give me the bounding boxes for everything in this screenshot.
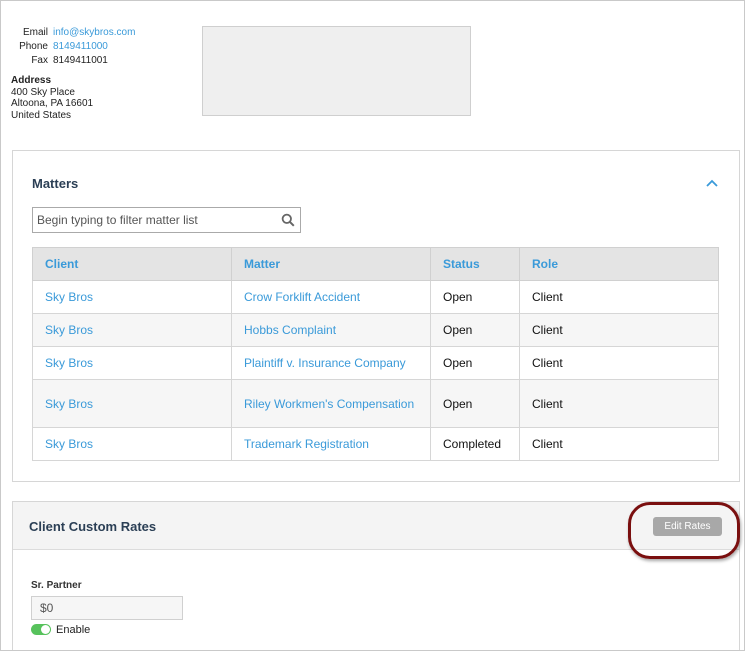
matters-panel: Matters Client Matter Status Role — [12, 150, 740, 482]
client-custom-rates-panel: Client Custom Rates Edit Rates Sr. Partn… — [12, 501, 740, 650]
column-header-matter[interactable]: Matter — [231, 247, 431, 281]
phone-label: Phone — [19, 41, 48, 52]
enable-toggle[interactable] — [31, 624, 51, 635]
address-line1: 400 Sky Place — [11, 86, 75, 98]
status-cell: Open — [430, 313, 520, 347]
address-block: Address 400 Sky Place Altoona, PA 16601 … — [11, 75, 93, 121]
matter-link[interactable]: Crow Forklift Accident — [231, 280, 431, 314]
matter-link[interactable]: Trademark Registration — [231, 427, 431, 461]
address-line3: United States — [11, 109, 72, 121]
page-frame: Email info@skybros.com Phone 8149411000 … — [0, 0, 745, 651]
column-header-client[interactable]: Client — [32, 247, 232, 281]
column-header-status[interactable]: Status — [430, 247, 520, 281]
table-row: Sky Bros Hobbs Complaint Open Client — [32, 313, 719, 347]
status-cell: Open — [430, 346, 520, 380]
sr-partner-label: Sr. Partner — [31, 580, 82, 591]
table-row: Sky Bros Riley Workmen's Compensation Op… — [32, 379, 719, 428]
email-label: Email — [22, 27, 48, 38]
address-title: Address — [11, 75, 52, 86]
client-link[interactable]: Sky Bros — [32, 379, 232, 428]
status-cell: Completed — [430, 427, 520, 461]
column-header-role[interactable]: Role — [519, 247, 719, 281]
client-link[interactable]: Sky Bros — [32, 313, 232, 347]
matters-title: Matters — [32, 176, 79, 191]
status-cell: Open — [430, 379, 520, 428]
role-cell: Client — [519, 280, 719, 314]
map-placeholder — [202, 26, 471, 116]
role-cell: Client — [519, 427, 719, 461]
role-cell: Client — [519, 379, 719, 428]
matters-header-row: Client Matter Status Role — [32, 247, 719, 281]
edit-rates-button[interactable]: Edit Rates — [653, 517, 722, 536]
client-link[interactable]: Sky Bros — [32, 427, 232, 461]
matter-link[interactable]: Riley Workmen's Compensation — [231, 379, 431, 428]
phone-row: Phone 8149411000 — [11, 40, 135, 54]
role-cell: Client — [519, 313, 719, 347]
client-link[interactable]: Sky Bros — [32, 280, 232, 314]
fax-label: Fax — [31, 55, 48, 66]
table-row: Sky Bros Crow Forklift Accident Open Cli… — [32, 280, 719, 314]
role-cell: Client — [519, 346, 719, 380]
matter-filter — [32, 207, 301, 233]
enable-label: Enable — [56, 624, 91, 636]
toggle-knob — [41, 625, 50, 634]
email-link[interactable]: info@skybros.com — [53, 26, 135, 40]
matter-filter-input[interactable] — [33, 208, 273, 232]
matters-table: Client Matter Status Role Sky Bros Crow … — [32, 247, 719, 461]
client-link[interactable]: Sky Bros — [32, 346, 232, 380]
contact-info: Email info@skybros.com Phone 8149411000 … — [11, 26, 135, 68]
table-row: Sky Bros Plaintiff v. Insurance Company … — [32, 346, 719, 380]
status-cell: Open — [430, 280, 520, 314]
table-row: Sky Bros Trademark Registration Complete… — [32, 427, 719, 461]
fax-row: Fax 8149411001 — [11, 54, 135, 68]
rates-header: Client Custom Rates Edit Rates — [13, 502, 739, 550]
matter-link[interactable]: Plaintiff v. Insurance Company — [231, 346, 431, 380]
fax-value: 8149411001 — [53, 55, 108, 66]
address-line2: Altoona, PA 16601 — [11, 98, 94, 109]
chevron-up-icon[interactable] — [705, 178, 719, 188]
rates-title: Client Custom Rates — [29, 519, 157, 534]
sr-partner-rate-input[interactable] — [31, 596, 183, 620]
matter-link[interactable]: Hobbs Complaint — [231, 313, 431, 347]
email-row: Email info@skybros.com — [11, 26, 135, 40]
search-icon[interactable] — [281, 213, 295, 227]
phone-link[interactable]: 8149411000 — [53, 40, 108, 54]
